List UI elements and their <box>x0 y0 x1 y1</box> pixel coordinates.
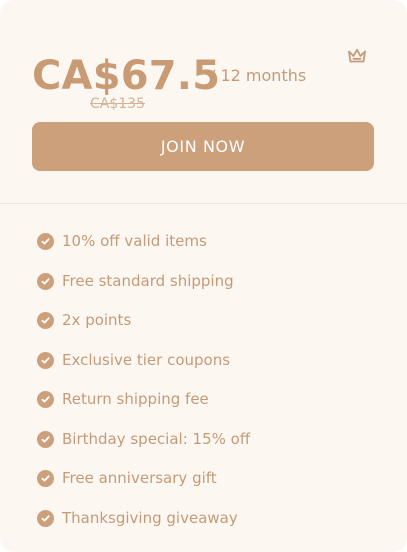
check-icon <box>37 430 54 448</box>
membership-card: CA$67.5 / 12 months CA$135 JOIN NOW 10% … <box>0 0 407 552</box>
check-icon <box>37 391 54 408</box>
benefit-label: 10% off valid items <box>62 232 207 250</box>
benefit-label: Free anniversary gift <box>62 469 217 487</box>
benefit-item: 2x points <box>37 307 377 347</box>
benefit-item: Birthday special: 15% off <box>37 426 377 466</box>
benefit-item: 10% off valid items <box>37 228 377 268</box>
crown-icon <box>348 48 366 63</box>
benefit-label: Birthday special: 15% off <box>62 429 251 448</box>
benefit-label: 2x points <box>62 311 132 329</box>
benefit-label: Return shipping fee <box>62 390 209 408</box>
check-icon <box>37 272 54 290</box>
check-icon <box>37 351 54 369</box>
original-price: CA$135 <box>90 96 145 112</box>
benefit-item: Free anniversary gift <box>37 465 377 505</box>
benefit-item: Free standard shipping <box>37 268 377 308</box>
check-icon <box>37 233 54 250</box>
benefit-item: Exclusive tier coupons <box>37 347 377 387</box>
plan-header: CA$67.5 / 12 months CA$135 JOIN NOW <box>0 0 407 204</box>
benefits-list: 10% off valid items Free standard shippi… <box>37 228 377 544</box>
join-now-button[interactable]: JOIN NOW <box>32 122 374 171</box>
check-icon <box>37 470 54 487</box>
benefit-item: Return shipping fee <box>37 386 377 426</box>
check-icon <box>37 312 54 329</box>
check-icon <box>37 509 54 527</box>
benefit-label: Thanksgiving giveaway <box>62 508 238 527</box>
benefit-label: Free standard shipping <box>62 271 234 290</box>
benefit-label: Exclusive tier coupons <box>62 350 231 369</box>
benefit-item: Thanksgiving giveaway <box>37 505 377 545</box>
section-divider <box>0 203 407 204</box>
billing-period: / 12 months <box>210 66 307 85</box>
